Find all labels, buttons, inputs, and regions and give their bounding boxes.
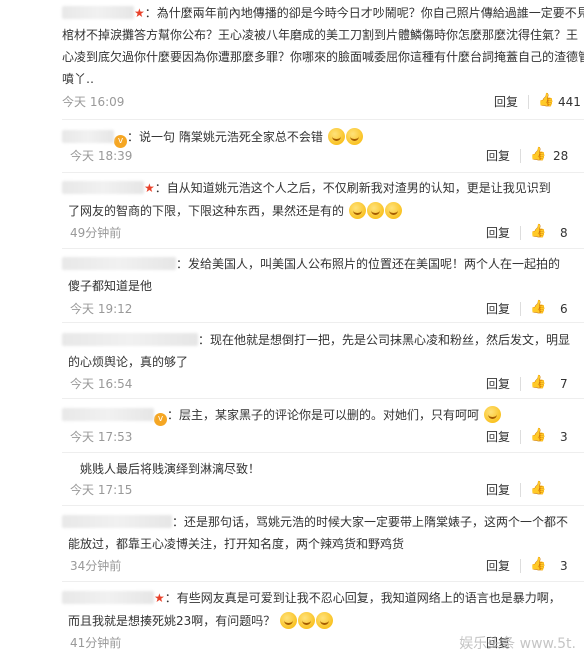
comment-7-line-1: 能放过，都靠王心凌博关注，打开知名度，两个辣鸡货和野鸡货 bbox=[68, 537, 405, 551]
reply-button[interactable]: 回复 bbox=[486, 302, 510, 316]
comment-3-line-1: 傻子都知道是他 bbox=[68, 279, 153, 293]
like-count: 3 bbox=[560, 559, 568, 573]
divider bbox=[520, 226, 521, 240]
reply-button[interactable]: 回复 bbox=[486, 483, 510, 497]
comment-time: 今天 19:12 bbox=[70, 302, 133, 316]
reply-button[interactable]: 回复 bbox=[486, 377, 510, 391]
reply-button[interactable]: 回复 bbox=[494, 95, 518, 109]
comment-time: 今天 17:15 bbox=[70, 483, 133, 497]
username-blurred[interactable] bbox=[62, 181, 144, 194]
comment-3-line-0: ：发给美国人，叫美国人公布照片的位置还在美国呢！两个人在一起拍的 bbox=[62, 256, 560, 272]
reply-button[interactable]: 回复 bbox=[486, 226, 510, 240]
comment-separator bbox=[62, 172, 584, 173]
thumbs-up-icon[interactable]: 👍 bbox=[530, 148, 546, 162]
comment-4-line-0: ：现在他就是想倒打一把，先是公司抹黑心凌和粉丝，然后发文，明显 bbox=[62, 332, 570, 348]
username-blurred[interactable] bbox=[62, 257, 176, 270]
comment-separator bbox=[62, 581, 584, 582]
thumbs-up-icon[interactable]: 👍 bbox=[530, 482, 546, 496]
comment-time: 今天 18:39 bbox=[70, 149, 133, 163]
divider bbox=[528, 95, 529, 109]
comment-6-line-0: 姚贱人最后将贱演绎到淋漓尽致！ bbox=[80, 462, 261, 476]
comment-separator bbox=[62, 398, 584, 399]
comment-7-line-0: ：还是那句话，骂姚元浩的时候大家一定要带上隋棠婊子，这两个一个都不 bbox=[62, 514, 568, 530]
divider bbox=[520, 483, 521, 497]
comment-0-line-1: 棺材不掉淚攤答方幫你公布？王心凌被八年磨成的美工刀割到片體鱗傷時你怎麼那麼沈得住… bbox=[62, 28, 579, 42]
like-count: 441 bbox=[558, 95, 581, 109]
cat-emoji-icon bbox=[348, 202, 366, 219]
comment-8-line-0: ★：有些网友真是可爱到让我不忍心回复，我知道网络上的语言也是暴力啊， bbox=[62, 590, 561, 606]
crying-emoji-icon bbox=[316, 612, 334, 629]
reply-button[interactable]: 回复 bbox=[486, 430, 510, 444]
comment-2-line-0: ★：自从知道姚元浩这个人之后，不仅刷新我对渣男的认知，更是让我见识到 bbox=[62, 180, 551, 196]
comment-separator bbox=[62, 248, 584, 249]
vip-badge-icon: v bbox=[154, 413, 167, 426]
comment-time: 49分钟前 bbox=[70, 226, 122, 240]
comment-separator bbox=[62, 322, 584, 323]
comment-time: 今天 17:53 bbox=[70, 430, 133, 444]
username-blurred[interactable] bbox=[62, 515, 172, 528]
comment-8-line-1: 而且我就是想揍死姚23啊，有问题吗？ bbox=[68, 612, 334, 629]
star-icon: ★ bbox=[144, 181, 155, 195]
like-count: 8 bbox=[560, 226, 568, 240]
comment-0-line-2: 心凌到底欠過你什麼要因為你遭那麼多罪？你哪來的臉面喊委屈你這種有什麼台詞掩蓋自己… bbox=[62, 50, 584, 64]
vip-badge-icon: v bbox=[114, 135, 127, 148]
comment-0-line-3: 噴丫‥ bbox=[62, 72, 95, 86]
star-icon: ★ bbox=[154, 591, 165, 605]
star-icon: ★ bbox=[134, 6, 145, 20]
like-count: 7 bbox=[560, 377, 568, 391]
smile-emoji-icon bbox=[483, 406, 501, 423]
comment-1-line-0: v ：说一句 隋棠姚元浩死全家总不会错 bbox=[62, 128, 363, 148]
username-blurred[interactable] bbox=[62, 408, 154, 421]
laughing-emoji-icon bbox=[327, 128, 345, 145]
username-blurred[interactable] bbox=[62, 130, 114, 143]
like-count: 28 bbox=[553, 149, 569, 163]
cat-emoji-icon bbox=[366, 202, 384, 219]
cat-emoji-icon bbox=[384, 202, 402, 219]
username-blurred[interactable] bbox=[62, 6, 134, 19]
divider bbox=[520, 559, 521, 573]
thumbs-up-icon[interactable]: 👍 bbox=[530, 558, 546, 572]
username-blurred[interactable] bbox=[62, 591, 154, 604]
comment-time: 34分钟前 bbox=[70, 559, 122, 573]
crying-emoji-icon bbox=[280, 612, 298, 629]
comment-separator bbox=[62, 505, 584, 506]
watermark: 娱乐头条 www.5t. bbox=[459, 636, 576, 652]
reply-button[interactable]: 回复 bbox=[486, 149, 510, 163]
divider bbox=[520, 430, 521, 444]
comment-5-line-0: v ：层主，某家黑子的评论你是可以删的。对她们，只有呵呵 bbox=[62, 406, 501, 426]
username-blurred[interactable] bbox=[62, 333, 198, 346]
comment-time: 今天 16:09 bbox=[62, 95, 125, 109]
comment-0-line-0: ★：為什麼兩年前內地傳播的卻是今時今日才吵鬧呢？你自己照片傳給過誰一定要不見 bbox=[62, 5, 584, 21]
comment-2-line-1: 了网友的智商的下限，下限这种东西，果然还是有的 bbox=[68, 202, 402, 219]
divider bbox=[520, 149, 521, 163]
thumbs-up-icon[interactable]: 👍 bbox=[538, 94, 554, 108]
thumbs-up-icon[interactable]: 👍 bbox=[530, 225, 546, 239]
comment-separator bbox=[62, 119, 584, 120]
crying-emoji-icon bbox=[298, 612, 316, 629]
like-count: 6 bbox=[560, 302, 568, 316]
divider bbox=[520, 377, 521, 391]
thumbs-up-icon[interactable]: 👍 bbox=[530, 376, 546, 390]
reply-button[interactable]: 回复 bbox=[486, 559, 510, 573]
comment-4-line-1: 的心烦舆论，真的够了 bbox=[68, 355, 189, 369]
like-count: 3 bbox=[560, 430, 568, 444]
comment-separator bbox=[62, 452, 584, 453]
thumbs-up-icon[interactable]: 👍 bbox=[530, 429, 546, 443]
laughing-emoji-icon bbox=[345, 128, 363, 145]
divider bbox=[520, 302, 521, 316]
comment-time: 今天 16:54 bbox=[70, 377, 133, 391]
comment-time: 41分钟前 bbox=[70, 636, 122, 650]
thumbs-up-icon[interactable]: 👍 bbox=[530, 301, 546, 315]
